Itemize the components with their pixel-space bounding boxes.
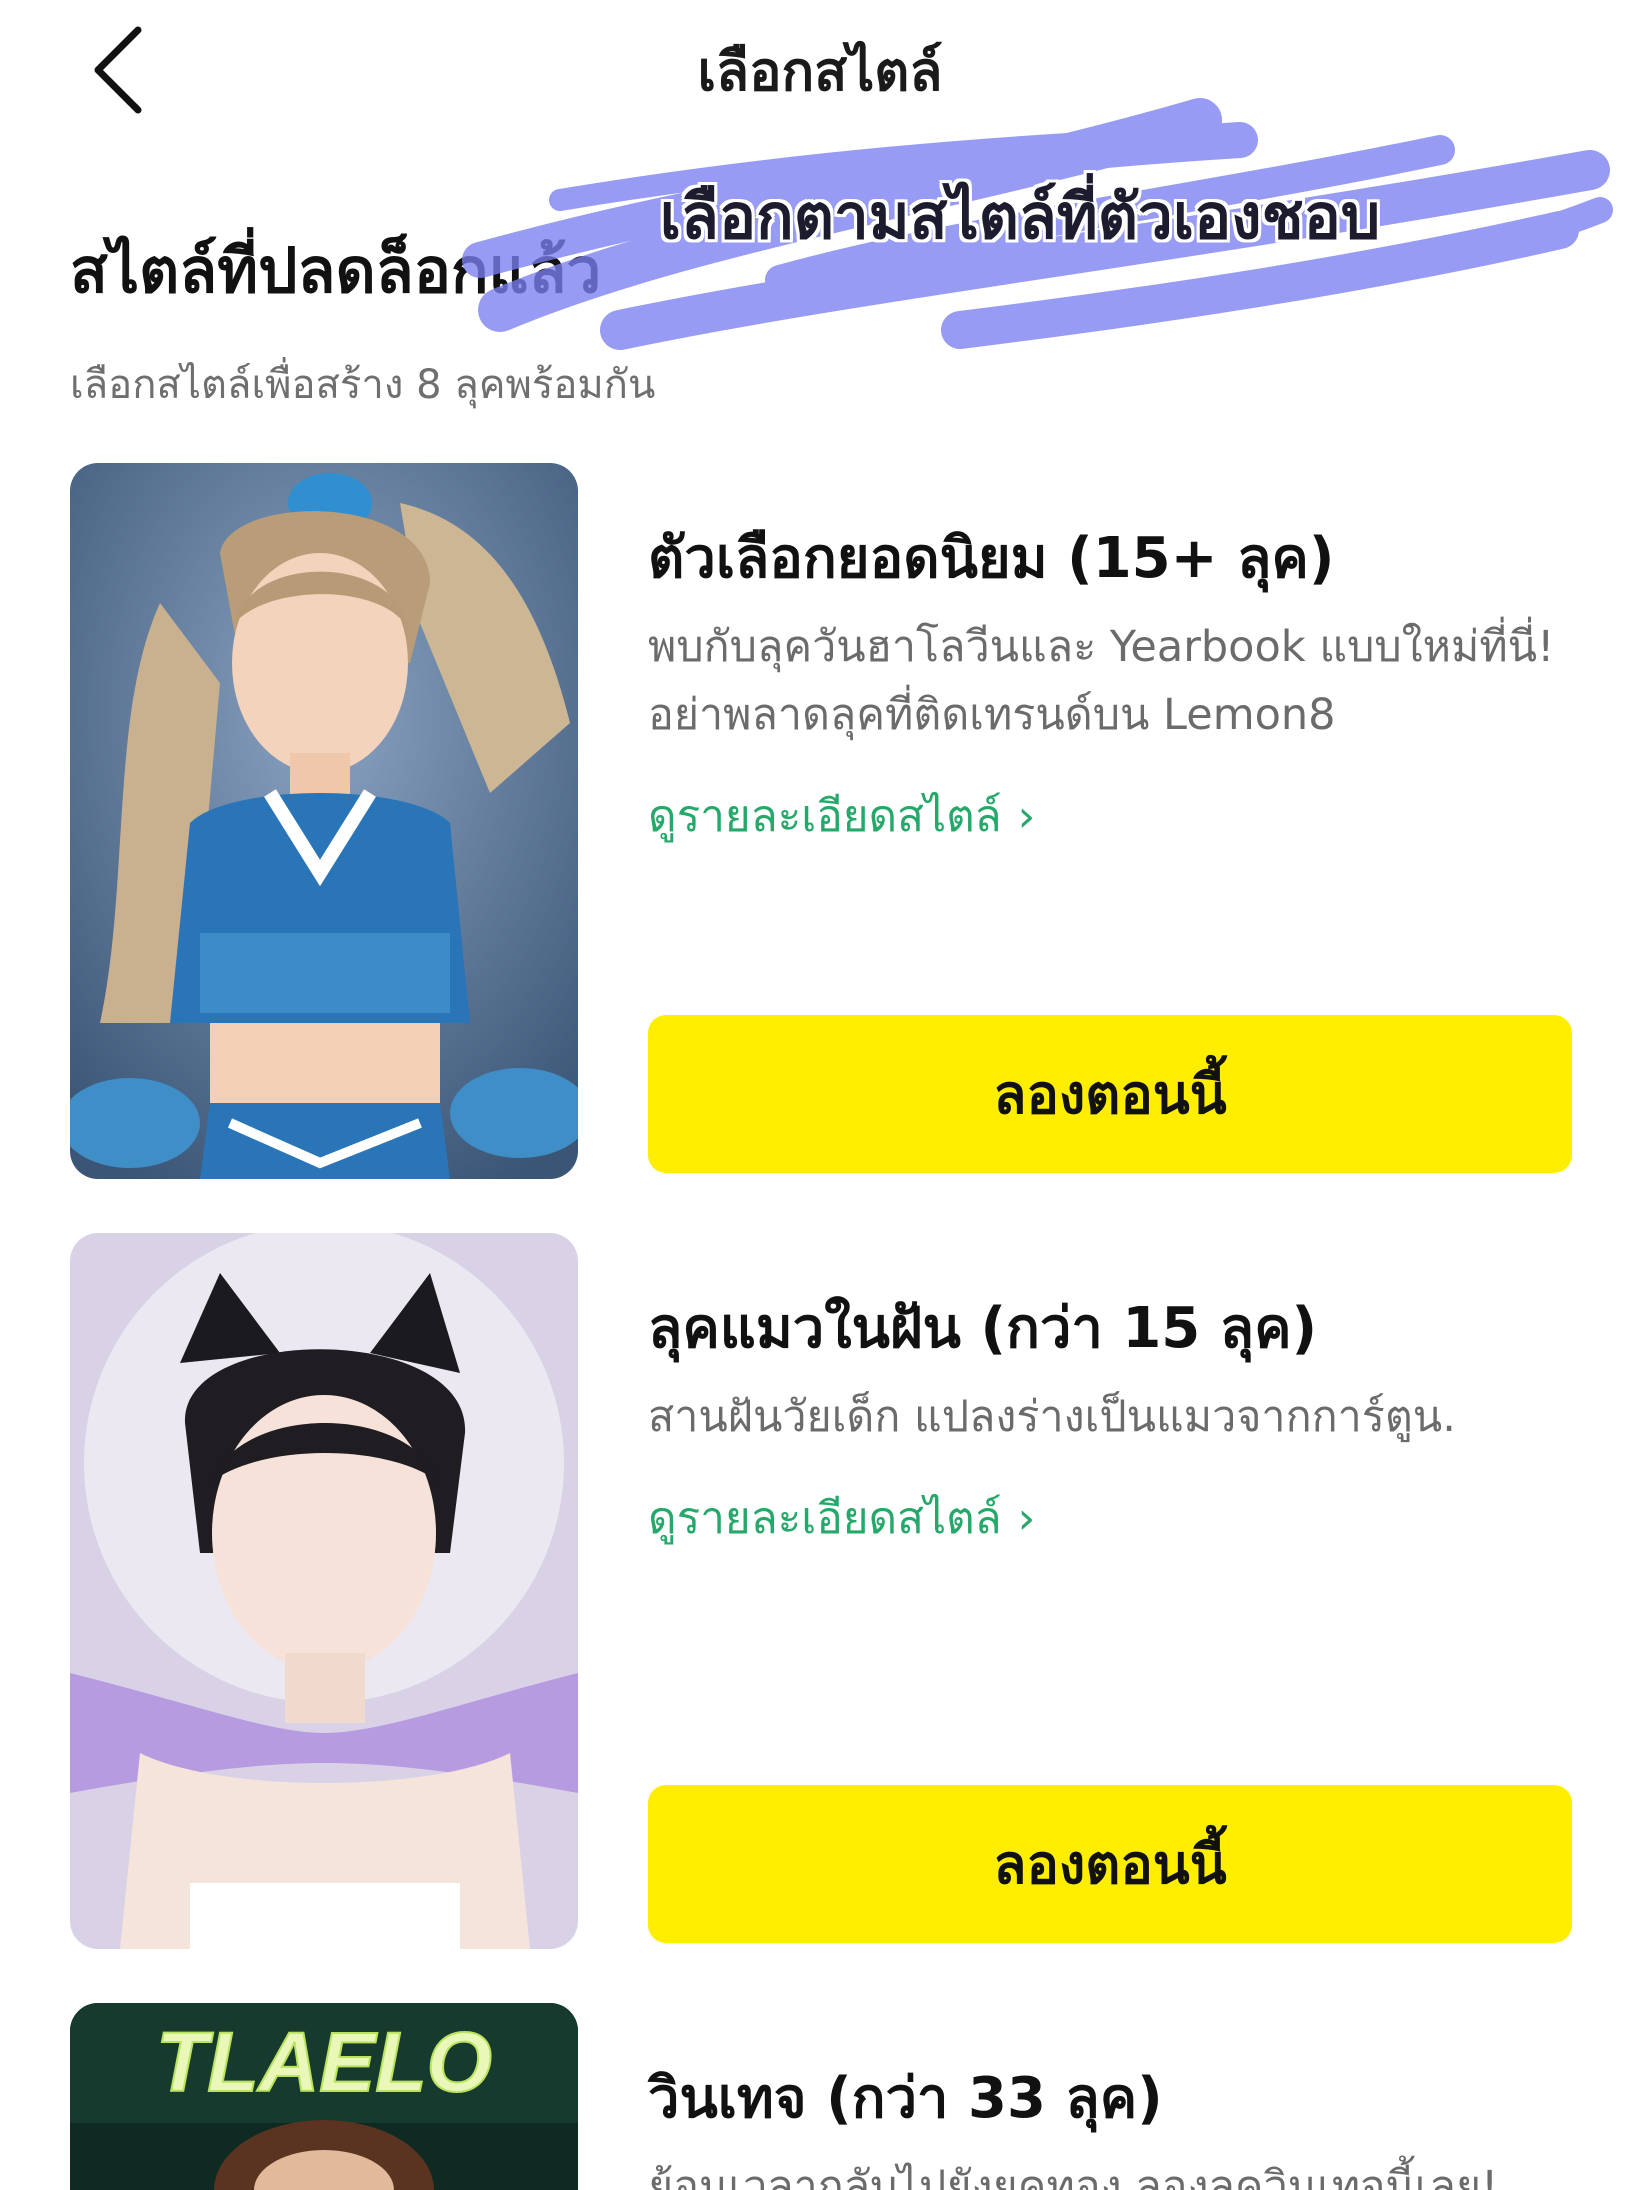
style-description: สานฝันวัยเด็ก แปลงร่างเป็นแมวจากการ์ตูน. — [648, 1392, 1456, 1442]
style-title: วินเทจ (กว่า 33 ลุค) — [648, 2066, 1163, 2131]
vintage-neon-portrait: TLAELO — [70, 2003, 578, 2190]
style-details-link[interactable]: ดูรายละเอียดสไตล์ › — [648, 781, 1035, 851]
style-details-label: ดูรายละเอียดสไตล์ — [648, 791, 1002, 842]
try-now-button[interactable]: ลองตอนนี้ — [648, 1785, 1572, 1943]
neon-sign: TLAELO — [156, 2015, 492, 2109]
section-subtitle: เลือกสไตล์เพื่อสร้าง 8 ลุคพร้อมกัน — [70, 362, 656, 408]
annotation-text: เลือกตามสไตล์ที่ตัวเองชอบ — [659, 180, 1381, 253]
style-description: พบกับลุควันฮาโลวีนและ Yearbook แบบใหม่ที… — [648, 622, 1555, 740]
style-title: ตัวเลือกยอดนิยม (15+ ลุค) — [648, 526, 1335, 591]
try-now-button[interactable]: ลองตอนนี้ — [648, 1015, 1572, 1173]
cat-ear-portrait — [70, 1233, 578, 1949]
cheerleader-portrait — [70, 463, 578, 1179]
top-bar: เลือกสไตล์ — [0, 0, 1640, 130]
style-thumbnail[interactable]: TLAELO — [70, 2003, 578, 2190]
style-picker-screen: เลือกสไตล์ สไตล์ที่ปลดล็อกแล้ว เลือกสไตล… — [0, 0, 1640, 2190]
style-title: ลุคแมวในฝัน (กว่า 15 ลุค) — [648, 1296, 1318, 1361]
style-card[interactable]: ตัวเลือกยอดนิยม (15+ ลุค) พบกับลุควันฮาโ… — [70, 463, 1572, 1183]
chevron-right-icon: › — [1017, 1493, 1036, 1544]
style-thumbnail[interactable] — [70, 1233, 578, 1949]
style-details-link[interactable]: ดูรายละเอียดสไตล์ › — [648, 1483, 1035, 1553]
style-card[interactable]: ลุคแมวในฝัน (กว่า 15 ลุค) สานฝันวัยเด็ก … — [70, 1233, 1572, 1953]
style-description: ย้อนเวลากลับไปยังยุคทอง ลองลุควินเทจนี้เ… — [648, 2162, 1499, 2190]
style-details-label: ดูรายละเอียดสไตล์ — [648, 1493, 1002, 1544]
style-card[interactable]: TLAELO วินเทจ (กว่า 33 ลุค) ย้อนเวลากลับ… — [70, 2003, 1570, 2190]
style-thumbnail[interactable] — [70, 463, 578, 1179]
page-title: เลือกสไตล์ — [697, 40, 943, 103]
section-title: สไตล์ที่ปลดล็อกแล้ว — [70, 234, 602, 307]
chevron-right-icon: › — [1017, 791, 1036, 842]
